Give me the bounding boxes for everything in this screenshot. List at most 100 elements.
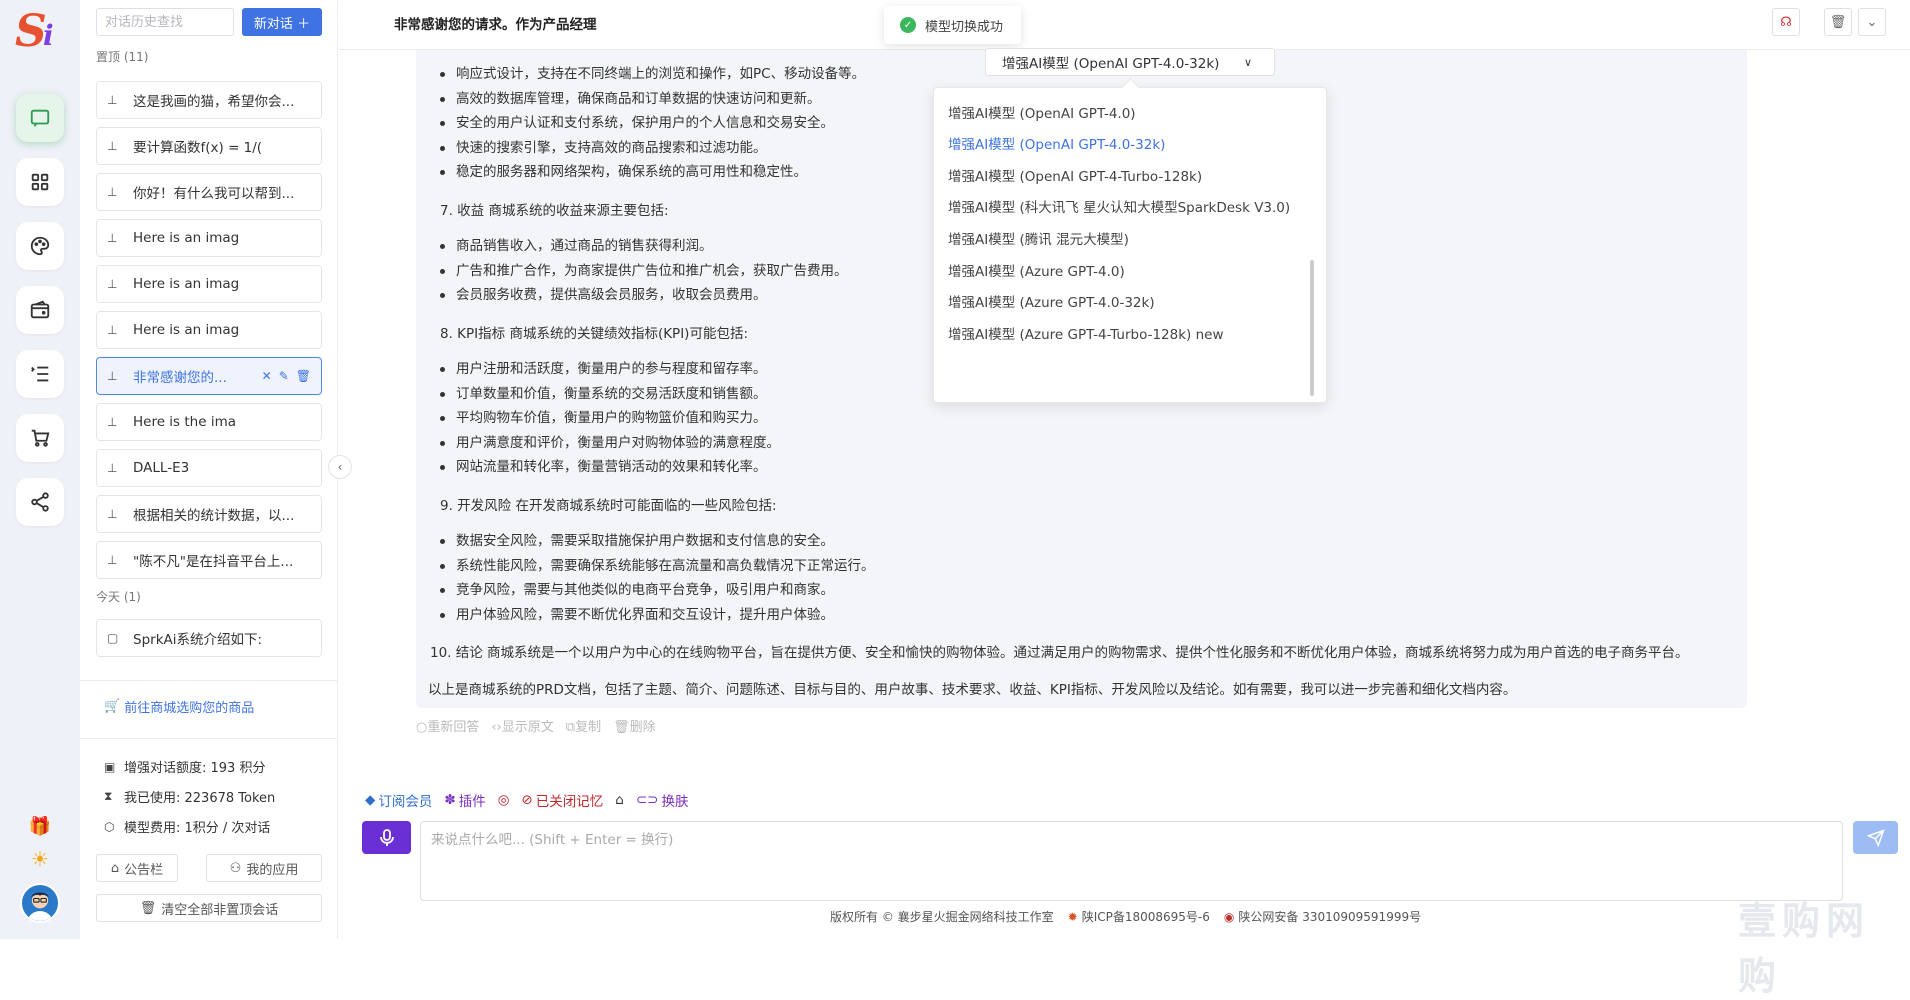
skin-button[interactable]: ⊂⊃换肤: [636, 790, 689, 810]
share-icon: [29, 491, 51, 513]
plugins-button[interactable]: ✽插件: [444, 790, 485, 810]
rail-wallet-button[interactable]: [16, 286, 64, 334]
model-option[interactable]: 增强AI模型 (Azure GPT-4-Turbo-128k) new: [948, 323, 1224, 343]
sun-icon[interactable]: ☀: [31, 847, 49, 871]
notice-button[interactable]: ⌂公告栏: [96, 854, 178, 882]
delete-chat-button[interactable]: 🗑: [1824, 8, 1852, 36]
list-item: 数据安全风险，需要采取措施保护用户数据和支付信息的安全。: [440, 529, 875, 554]
stat-quota: ▣增强对话额度: 193 积分: [104, 757, 265, 776]
pin-icon: ⊥: [107, 461, 121, 475]
shop-link[interactable]: 🛒前往商城选购您的商品: [104, 697, 254, 716]
chat-item-active[interactable]: ⊥ 非常感谢您的... ✕ ✎ 🗑: [96, 357, 322, 395]
subscribe-button[interactable]: ◆订阅会员: [365, 790, 432, 810]
conversation-sidebar: 新对话 ＋ 置顶 (11) ⊥这是我画的猫，希望你会... ⊥要计算函数f(x)…: [80, 0, 338, 939]
rail-draw-button[interactable]: [16, 222, 64, 270]
grid-icon: [29, 171, 51, 193]
rail-share-button[interactable]: [16, 478, 64, 526]
regen-label: 重新回答: [427, 720, 479, 735]
trash-icon: 🗑: [140, 901, 157, 916]
icp-link[interactable]: ✹陕ICP备18008695号-6: [1068, 908, 1210, 925]
stat-cost-text: 模型费用: 1积分 / 次对话: [124, 817, 270, 836]
chat-item[interactable]: ⊥Here is an imag: [96, 311, 322, 349]
model-option[interactable]: 增强AI模型 (OpenAI GPT-4-Turbo-128k): [948, 165, 1202, 185]
list-item: 广告和推广合作，为商家提供广告位和推广机会，获取广告费用。: [440, 259, 848, 284]
chat-item[interactable]: ⊥根据相关的统计数据，以...: [96, 495, 322, 533]
store-icon: ⌂: [615, 792, 624, 808]
send-icon: [1867, 829, 1885, 847]
pin-icon: ⊥: [107, 139, 121, 153]
rail-shop-button[interactable]: [16, 414, 64, 462]
rail-apps-button[interactable]: [16, 158, 64, 206]
headset-button[interactable]: ☊: [1772, 8, 1800, 36]
summary-text: 以上是商城系统的PRD文档，包括了主题、简介、问题陈述、目标与目的、用户故事、技…: [428, 678, 1516, 698]
collapse-sidebar-button[interactable]: ‹: [328, 455, 352, 479]
trash-icon: 🗑: [1830, 15, 1847, 30]
regenerate-button[interactable]: ○重新回答: [416, 716, 479, 735]
chat-icon: [29, 107, 51, 129]
more-button[interactable]: ⌄: [1858, 8, 1886, 36]
my-apps-button[interactable]: ⚇我的应用: [206, 854, 322, 882]
edit-icon[interactable]: ✎: [279, 369, 289, 383]
chat-item-label: SprkAi系统介绍如下:: [133, 628, 262, 648]
copy-label: 复制: [575, 720, 601, 735]
chat-item[interactable]: ⊥"陈不凡"是在抖音平台上...: [96, 541, 322, 579]
chat-item-label: Here is the ima: [133, 414, 236, 430]
list-item: 平均购物车价值，衡量用户的购物篮价值和购买力。: [440, 406, 780, 431]
chat-item-label: 这是我画的猫，希望你会...: [133, 90, 294, 110]
palette-icon: [29, 235, 51, 257]
clear-chats-button[interactable]: 🗑清空全部非置顶会话: [96, 894, 322, 922]
voice-input-button[interactable]: [362, 821, 411, 854]
new-chat-button[interactable]: 新对话 ＋: [242, 8, 322, 36]
model-option[interactable]: 增强AI模型 (Azure GPT-4.0-32k): [948, 291, 1155, 311]
chat-item[interactable]: ⊥你好！有什么我可以帮到...: [96, 173, 322, 211]
delete-icon[interactable]: 🗑: [296, 369, 311, 383]
headset-icon: ☊: [1780, 15, 1792, 30]
model-option[interactable]: 增强AI模型 (腾讯 混元大模型): [948, 228, 1129, 248]
chat-item-label: Here is an imag: [133, 230, 239, 246]
memory-label: 已关闭记忆: [536, 790, 604, 810]
list-item: 快速的搜索引擎，支持高效的商品搜索和过滤功能。: [440, 136, 865, 161]
memory-button[interactable]: ⊘已关闭记忆: [521, 790, 603, 810]
card-icon: ▣: [104, 760, 118, 774]
chat-item[interactable]: ⊥DALL-E3: [96, 449, 322, 487]
globe-button[interactable]: ◎: [498, 792, 510, 808]
model-option[interactable]: 增强AI模型 (科大讯飞 星火认知大模型SparkDesk V3.0): [948, 196, 1290, 216]
gift-icon[interactable]: 🎁: [29, 816, 51, 837]
police-link[interactable]: ◉陕公网安备 33010909591999号: [1224, 908, 1421, 925]
chat-item[interactable]: ⊥Here is an imag: [96, 265, 322, 303]
model-option[interactable]: 增强AI模型 (OpenAI GPT-4.0): [948, 102, 1136, 122]
input-toolbar: ◆订阅会员 ✽插件 ◎ ⊘已关闭记忆 ⌂ ⊂⊃换肤: [365, 790, 689, 810]
unpin-icon[interactable]: ✕: [262, 369, 272, 383]
list-item: 用户体验风险，需要不断优化界面和交互设计，提升用户体验。: [440, 603, 875, 628]
check-icon: ✓: [900, 17, 916, 33]
chat-item[interactable]: ⊥Here is an imag: [96, 219, 322, 257]
rail-list-button[interactable]: [16, 350, 64, 398]
copy-button[interactable]: ⧉复制: [566, 716, 601, 735]
chat-item[interactable]: ▢SprkAi系统介绍如下:: [96, 619, 322, 657]
pin-icon: ⊥: [107, 323, 121, 337]
police-label: 陕公网安备 33010909591999号: [1238, 908, 1421, 925]
delete-button[interactable]: 🗑删除: [613, 716, 656, 735]
chat-item-label: 要计算函数f(x) = 1/(: [133, 136, 262, 156]
avatar[interactable]: [20, 883, 60, 923]
send-button[interactable]: [1853, 821, 1898, 854]
apps-icon: ⚇: [230, 861, 242, 876]
chat-item[interactable]: ⊥Here is the ima: [96, 403, 322, 441]
chat-item[interactable]: ⊥ 要计算函数f(x) = 1/(: [96, 127, 322, 165]
rail-chat-button[interactable]: [16, 94, 64, 142]
chevron-left-icon: ‹: [338, 460, 343, 474]
plugins-label: 插件: [459, 790, 486, 810]
model-option-selected[interactable]: 增强AI模型 (OpenAI GPT-4.0-32k): [948, 133, 1165, 153]
model-select[interactable]: 增强AI模型 (OpenAI GPT-4.0-32k) ∨: [985, 48, 1275, 76]
copyright: 版权所有 © 襄步星火掘金网络科技工作室: [830, 908, 1054, 925]
globe-icon: ◎: [498, 792, 510, 808]
store-button[interactable]: ⌂: [615, 792, 624, 808]
message-actions: ○重新回答 ‹›显示原文 ⧉复制 🗑删除: [416, 716, 656, 735]
dropdown-scrollbar[interactable]: [1310, 260, 1314, 396]
show-raw-button[interactable]: ‹›显示原文: [491, 716, 553, 735]
chat-input[interactable]: [420, 821, 1843, 901]
chat-item[interactable]: ⊥这是我画的猫，希望你会...: [96, 81, 322, 119]
model-option[interactable]: 增强AI模型 (Azure GPT-4.0): [948, 260, 1125, 280]
puzzle-icon: ✽: [444, 792, 455, 808]
history-search-input[interactable]: [96, 8, 234, 36]
